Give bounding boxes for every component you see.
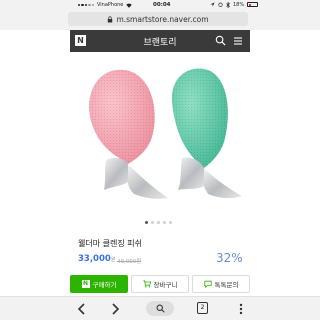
carousel-dot[interactable] (163, 221, 166, 224)
carousel-dot[interactable] (145, 221, 148, 224)
search-icon (156, 304, 165, 313)
product-image[interactable] (70, 52, 250, 218)
cart-button[interactable]: 장바구니 (131, 275, 189, 293)
alarm-icon (218, 2, 223, 7)
green-cleanser (171, 68, 242, 199)
pink-cleanser (89, 69, 168, 199)
lock-icon (108, 15, 113, 22)
tabs-button[interactable]: 2 (197, 302, 208, 314)
chat-icon (203, 280, 212, 288)
original-price: 49,000원 (117, 259, 142, 265)
status-left: VinaPhone (78, 2, 133, 8)
forward-icon[interactable] (108, 302, 122, 316)
cart-icon (142, 280, 151, 288)
buy-button[interactable]: N 구매하기 (70, 275, 128, 293)
sale-price-value: 33,000 (78, 254, 111, 264)
browser-toolbar: 2 (0, 296, 320, 320)
back-icon[interactable] (75, 302, 89, 316)
product-name: 웰더마 클렌징 피쉬 (78, 239, 142, 248)
sale-price: 33,000원 (78, 254, 115, 264)
purchase-actions: N 구매하기 장바구니 톡톡문의 (70, 275, 250, 293)
browser-search-button[interactable] (146, 301, 174, 316)
battery-percent: 18% (233, 1, 245, 8)
buy-label: 구매하기 (92, 281, 117, 289)
signal-icon (78, 3, 94, 7)
talk-label: 톡톡문의 (214, 281, 239, 289)
talk-button[interactable]: 톡톡문의 (192, 275, 250, 293)
search-icon[interactable] (215, 35, 226, 46)
status-time: 00:04 (153, 1, 171, 8)
battery-icon (247, 2, 259, 7)
naver-pay-icon: N (81, 280, 90, 288)
more-menu-icon[interactable] (234, 302, 248, 316)
cart-label: 장바구니 (153, 281, 178, 289)
status-bar: VinaPhone 00:04 18% (0, 0, 320, 9)
bluetooth-icon (226, 1, 230, 8)
location-icon (210, 2, 215, 7)
store-header: N 브랜토리 (70, 30, 250, 52)
price-unit: 원 (110, 257, 116, 263)
carousel-dot[interactable] (151, 221, 154, 224)
browser-address-bar: m.smartstore.naver.com (0, 9, 320, 30)
menu-icon[interactable] (233, 36, 243, 46)
carousel-dot[interactable] (169, 221, 172, 224)
url-field[interactable]: m.smartstore.naver.com (68, 12, 248, 26)
wifi-icon (126, 3, 133, 8)
status-right: 18% (210, 1, 259, 8)
carrier-label: VinaPhone (96, 2, 124, 8)
product-photo (89, 68, 242, 199)
carousel-dot[interactable] (157, 221, 160, 224)
carousel-indicator[interactable] (145, 221, 172, 224)
discount-rate: 32% (216, 251, 243, 265)
url-text: m.smartstore.naver.com (116, 14, 209, 24)
